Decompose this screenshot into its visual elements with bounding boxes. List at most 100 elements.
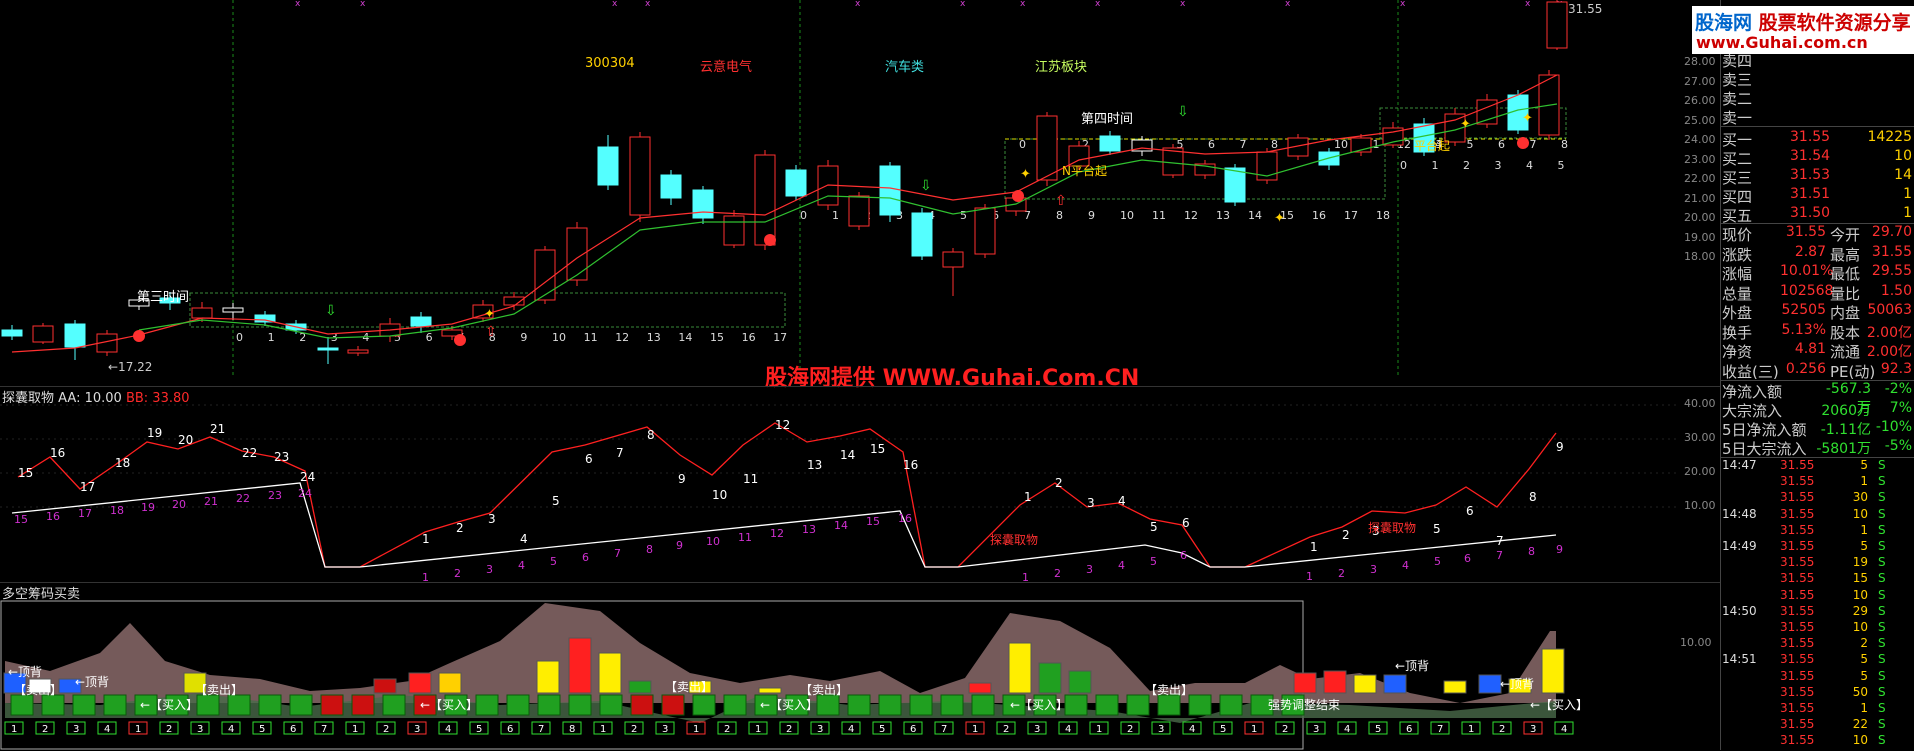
indicator2-count: 4 [104, 724, 110, 735]
tick-price: 31.55 [1780, 652, 1815, 667]
indicator2-box [692, 694, 716, 716]
candle-body [848, 195, 870, 227]
quote-value: 10.01% [1780, 263, 1834, 279]
indicator1-axis-label: 10.00 [1684, 499, 1716, 512]
indicator2-box [382, 694, 406, 716]
candle-body [942, 251, 964, 268]
butterfly-icon: ✦ [1522, 111, 1533, 126]
indicator2-box [10, 694, 34, 716]
top-marker: x [1095, 0, 1101, 9]
flow-key: 5日大宗流入 [1722, 440, 1807, 458]
indicator2-count: 6 [507, 724, 513, 735]
indicator1-count: 2 [1342, 528, 1350, 542]
indicator2-bar [1353, 674, 1377, 694]
indicator2-count: 2 [1282, 724, 1288, 735]
indicator2-count: 6 [1406, 724, 1412, 735]
indicator2-bar [373, 678, 397, 694]
orderbook-buy-label: 买三 [1722, 169, 1753, 187]
indicator2-canvas[interactable]: 1 2 3 4 1 2 3 4 5 6 7 1 2 3 4 5 6 7 8 1 2 3 1 2 1 2 3 4 5 6 7 1 2 3 4 1 2 3 4 5… [0, 583, 1720, 751]
indicator1-count: 22 [242, 446, 257, 460]
quote-value: 29.70 [1871, 224, 1912, 240]
indicator2-box [1095, 694, 1119, 716]
candlestick-canvas[interactable]: xxxxxxxxxxxxx012345678910111213141516170… [0, 0, 1720, 385]
indicator2-box [258, 694, 282, 716]
seq-period4-top: 6 [1208, 138, 1215, 151]
indicator2-count: 3 [1313, 724, 1319, 735]
orderbook-buy-price: 31.51 [1790, 186, 1831, 202]
indicator2-count: 2 [724, 724, 730, 735]
seq-period5-top: 8 [1561, 138, 1568, 151]
tick-time: 14:51 [1722, 652, 1757, 667]
indicator1-count: 17 [80, 480, 95, 494]
seq-period3: 17 [773, 331, 787, 344]
logo-slogan: 股票软件资源分享 [1758, 12, 1911, 34]
top-marker: x [855, 0, 861, 9]
indicator2-buy-label: ←【买入】 [140, 698, 199, 712]
indicator1-count: 4 [1118, 494, 1126, 508]
tick-price: 31.55 [1780, 571, 1815, 586]
indicator2-box [723, 694, 747, 716]
orderbook-buy-price: 31.55 [1790, 129, 1831, 145]
indicator2-title: 多空筹码买卖 [2, 587, 81, 602]
indicator2-count: 2 [383, 724, 389, 735]
tick-side: S [1878, 652, 1886, 667]
seq-period4: 1 [832, 209, 839, 222]
indicator1-count-magenta: 2 [1338, 567, 1345, 580]
indicator2-box [909, 694, 933, 716]
indicator2-count: 5 [476, 724, 482, 735]
tick-volume: 15 [1852, 571, 1868, 586]
indicator2-bar [598, 652, 622, 694]
indicator1-count-magenta: 11 [738, 531, 752, 544]
seq-period5: 0 [1400, 159, 1407, 172]
orderbook-buy-label: 买二 [1722, 150, 1753, 168]
indicator2-box [878, 694, 902, 716]
tick-side: S [1878, 603, 1886, 618]
indicator2-count: 5 [879, 724, 885, 735]
tick-side: S [1878, 506, 1886, 521]
indicator2-bar [1068, 670, 1092, 694]
indicator-panel-tannang[interactable]: 15 16 17 18 19 20 21 22 23 24 1 2 3 4 5 6 7 8 9 10 11 12 13 14 1… [0, 386, 1720, 582]
seq-period5: 1 [1432, 159, 1439, 172]
indicator1-count: 8 [647, 428, 655, 442]
flow-pct: -10% [1875, 419, 1912, 435]
quote-value: 102568 [1780, 282, 1834, 299]
quote-key: 今开 [1830, 226, 1861, 244]
top-marker: x [360, 0, 366, 9]
indicator2-count: 7 [1437, 724, 1443, 735]
candle-body [534, 249, 556, 301]
indicator2-box [630, 694, 654, 716]
flow-pct: 7% [1889, 400, 1912, 416]
indicator2-box [320, 694, 344, 716]
indicator1-canvas[interactable]: 1516171819 202122 2324123456 7891011121314 1… [0, 387, 1720, 582]
candlestick-chart[interactable]: xxxxxxxxxxxxx012345678910111213141516170… [0, 0, 1720, 391]
stock-code: 300304 [585, 56, 635, 71]
indicator2-count: 3 [73, 724, 79, 735]
separator [1720, 126, 1914, 127]
tick-volume: 10 [1852, 620, 1868, 634]
indicator2-count: 1 [135, 724, 141, 735]
top-marker: x [1400, 0, 1406, 9]
up-arrow-icon: ⇧ [1055, 193, 1067, 209]
tick-side: S [1878, 668, 1886, 683]
tick-side: S [1878, 684, 1886, 699]
indicator1-count-magenta: 21 [204, 495, 218, 508]
quote-key: 换手 [1722, 323, 1753, 342]
indicator-panel-chip[interactable]: 1 2 3 4 1 2 3 4 5 6 7 1 2 3 4 5 6 7 8 1 2 3 1 2 1 2 3 4 5 6 7 1 2 3 4 1 2 3 4 5… [0, 582, 1720, 751]
indicator2-bar [1541, 648, 1565, 694]
low-price-label: ←17.22 [108, 360, 153, 374]
indicator1-name: 探囊取物 [2, 391, 55, 406]
indicator2-count: 6 [290, 724, 296, 735]
seq-period3: 9 [520, 331, 527, 344]
indicator2-count: 1 [352, 724, 358, 735]
indicator2-box [227, 694, 251, 716]
tick-time: 14:47 [1722, 458, 1757, 472]
seq-period3: 0 [236, 331, 243, 344]
indicator2-bar [438, 672, 462, 694]
indicator1-count-magenta: 15 [866, 515, 880, 528]
indicator2-box [475, 694, 499, 716]
orderbook-sell-row: 卖二 [1722, 90, 1753, 108]
candle-body [754, 154, 776, 246]
indicator1-aa: AA: 10.00 [58, 391, 122, 406]
seq-period3: 6 [426, 331, 433, 344]
sector-auto: 汽车类 [885, 60, 925, 75]
